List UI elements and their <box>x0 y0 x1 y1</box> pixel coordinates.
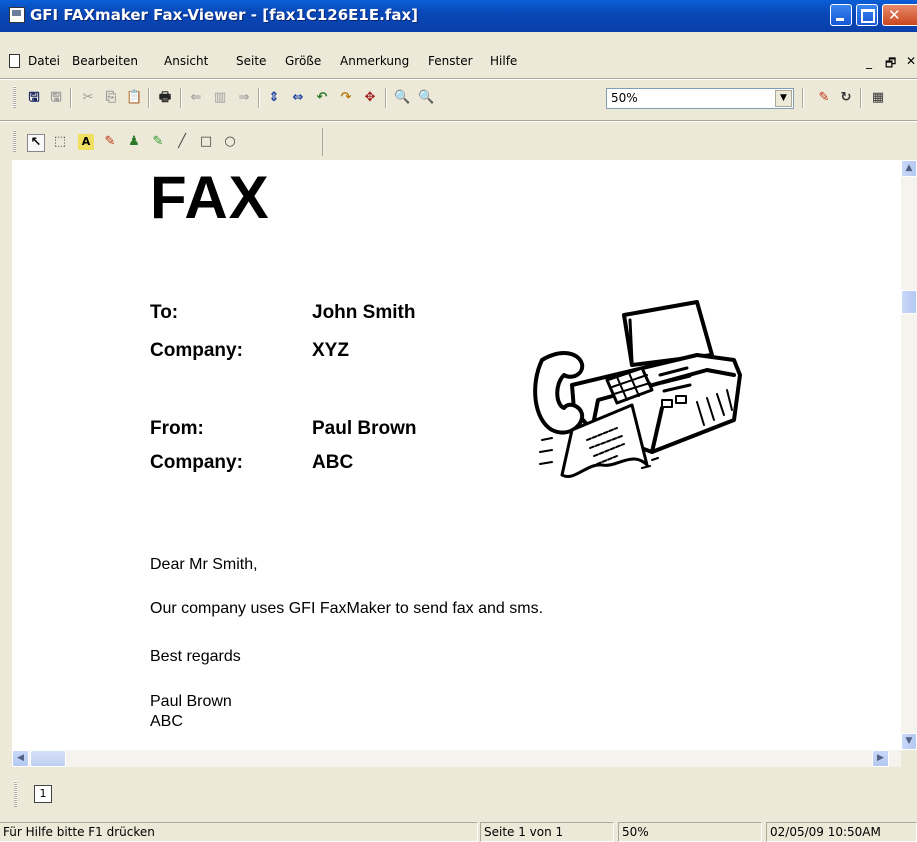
minimize-button[interactable] <box>830 4 852 26</box>
to-company-label: Company: <box>150 340 243 361</box>
mdi-restore-button[interactable]: 🗗 <box>885 54 896 75</box>
app-icon <box>9 7 25 23</box>
horizontal-scrollbar[interactable]: ◀ ▶ <box>12 750 901 767</box>
close-button[interactable] <box>882 4 917 26</box>
window-title: GFI FAXmaker Fax-Viewer - [fax1C126E1E.f… <box>30 6 418 24</box>
select-arrow-icon[interactable]: ↖ <box>27 134 45 152</box>
menu-ansicht[interactable]: Ansicht <box>164 54 208 68</box>
menu-fenster[interactable]: Fenster <box>428 54 473 68</box>
stamp-icon[interactable]: ♟ <box>126 134 142 150</box>
to-value: John Smith <box>312 302 416 323</box>
fit-width-icon[interactable]: ⇔ <box>290 90 306 106</box>
lasso-icon[interactable]: ↻ <box>838 90 854 106</box>
page-tab-1[interactable]: 1 <box>34 785 52 803</box>
fax-page[interactable]: FAX To: John Smith Company: XYZ From: Pa… <box>12 160 901 750</box>
from-company-label: Company: <box>150 452 243 473</box>
page-tabs-bar: 1 <box>0 767 917 812</box>
scroll-left-icon[interactable]: ◀ <box>12 750 29 767</box>
fax-machine-illustration <box>533 300 742 478</box>
body-text: Our company uses GFI FaxMaker to send fa… <box>150 600 544 617</box>
annotation-pen-icon[interactable]: ✎ <box>816 90 832 106</box>
maximize-button[interactable] <box>856 4 878 26</box>
ellipse-icon[interactable]: ○ <box>222 134 238 150</box>
toolbar-separator <box>70 88 72 108</box>
menu-datei[interactable]: Datei <box>28 54 60 68</box>
document-icon[interactable] <box>9 54 20 68</box>
from-value: Paul Brown <box>312 418 417 439</box>
status-zoom: 50% <box>618 822 762 842</box>
rotate-right-icon[interactable]: ↷ <box>338 90 354 106</box>
to-company-value: XYZ <box>312 340 349 361</box>
from-company-value: ABC <box>312 452 354 473</box>
fit-height-icon[interactable]: ⇕ <box>266 90 282 106</box>
vertical-scroll-thumb[interactable] <box>901 290 917 314</box>
mdi-minimize-button[interactable]: _ <box>866 55 872 69</box>
toolbar-separator <box>180 88 182 108</box>
toolbar-grip[interactable] <box>13 86 16 108</box>
zoom-out-icon[interactable]: 🔍 <box>394 90 410 106</box>
copy-icon[interactable]: ⎘ <box>103 90 119 106</box>
menu-bearbeiten[interactable]: Bearbeiten <box>72 54 138 68</box>
signature-name: Paul Brown <box>150 693 232 710</box>
rotate-left-icon[interactable]: ↶ <box>314 90 330 106</box>
chevron-down-icon[interactable]: ▼ <box>775 90 792 107</box>
thumbnails-icon[interactable]: ▦ <box>870 90 886 106</box>
status-page: Seite 1 von 1 <box>480 822 614 842</box>
from-label: From: <box>150 418 204 439</box>
highlighter-icon[interactable]: ✎ <box>150 134 166 150</box>
rectangle-select-icon[interactable]: ⬚ <box>52 134 68 150</box>
toolbar-separator <box>385 88 387 108</box>
menu-anmerkung[interactable]: Anmerkung <box>340 54 409 68</box>
next-page-icon[interactable]: ⇒ <box>236 90 252 106</box>
status-help: Für Hilfe bitte F1 drücken <box>0 822 478 842</box>
save-as-icon[interactable]: 🖫 <box>48 90 64 106</box>
toolbar-separator <box>802 88 804 108</box>
page-view-icon[interactable]: ▥ <box>212 90 228 106</box>
cut-icon[interactable]: ✂ <box>80 90 96 106</box>
to-label: To: <box>150 302 179 323</box>
toolbar-separator <box>860 88 862 108</box>
menu-hilfe[interactable]: Hilfe <box>490 54 517 68</box>
closing-text: Best regards <box>150 648 241 665</box>
flip-icon[interactable]: ✥ <box>362 90 378 106</box>
menu-groesse[interactable]: Größe <box>285 54 321 68</box>
toolbar-separator <box>258 88 260 108</box>
zoom-select-value: 50% <box>611 91 638 105</box>
mdi-close-button[interactable]: ✕ <box>906 54 916 68</box>
zoom-select[interactable]: 50% ▼ <box>606 88 794 109</box>
toolbar-separator <box>148 88 150 108</box>
toolbar-grip[interactable] <box>13 130 16 152</box>
print-icon[interactable]: 🖶 <box>157 90 173 106</box>
title-bar[interactable]: GFI FAXmaker Fax-Viewer - [fax1C126E1E.f… <box>0 0 917 32</box>
previous-page-icon[interactable]: ⇐ <box>188 90 204 106</box>
status-datetime: 02/05/09 10:50AM <box>766 822 917 842</box>
line-icon[interactable]: ╱ <box>174 134 190 150</box>
vertical-scrollbar[interactable]: ▲ ▼ <box>901 160 917 750</box>
scroll-down-icon[interactable]: ▼ <box>901 733 917 750</box>
menu-seite[interactable]: Seite <box>236 54 266 68</box>
scroll-right-icon[interactable]: ▶ <box>872 750 889 767</box>
scroll-up-icon[interactable]: ▲ <box>901 160 917 177</box>
text-annotation-icon[interactable]: A <box>78 134 94 150</box>
rectangle-icon[interactable]: □ <box>198 134 214 150</box>
greeting-text: Dear Mr Smith, <box>150 556 258 573</box>
signature-company: ABC <box>150 713 183 730</box>
fax-heading: FAX <box>150 164 270 231</box>
pen-icon[interactable]: ✎ <box>102 134 118 150</box>
save-icon[interactable]: 🖫 <box>26 90 42 106</box>
paste-icon[interactable]: 📋 <box>126 90 142 106</box>
zoom-in-icon[interactable]: 🔍 <box>418 90 434 106</box>
toolbar-grip[interactable] <box>14 781 17 807</box>
horizontal-scroll-thumb[interactable] <box>30 750 66 767</box>
